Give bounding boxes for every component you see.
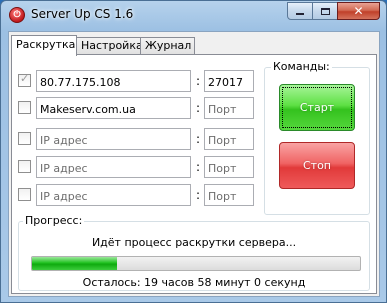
server-enable-checkbox[interactable] [18,72,31,87]
ip-port-separator: : [196,188,201,202]
server-enable-checkbox[interactable] [18,101,31,114]
maximize-icon [320,7,330,15]
server-row: : [12,156,262,178]
window-title: Server Up CS 1.6 [31,7,134,21]
ip-address-field[interactable] [36,128,191,150]
minimize-icon [296,13,304,15]
server-row: : [12,97,262,119]
server-row: : [12,128,262,150]
caption-buttons: ✕ [287,2,380,20]
ip-port-separator: : [196,160,201,174]
ip-port-separator: : [196,74,201,88]
ip-address-field[interactable] [36,184,191,206]
server-enable-checkbox[interactable] [18,188,31,201]
stop-button[interactable]: Стоп [279,142,355,189]
port-field[interactable] [204,70,254,92]
close-button[interactable]: ✕ [337,2,380,20]
app-power-icon[interactable]: ⏻ [9,7,25,23]
progress-bar [31,256,361,271]
maximize-button[interactable] [312,2,338,20]
ip-address-field[interactable] [36,156,191,178]
start-button[interactable]: Старт [279,84,355,131]
tab-nastroika[interactable]: Настройка [76,37,143,54]
tab-zhurnal[interactable]: Журнал [140,37,195,54]
port-field[interactable] [204,97,254,119]
ip-address-field[interactable] [36,70,191,92]
server-enable-checkbox[interactable] [18,132,31,145]
ip-port-separator: : [196,132,201,146]
ip-port-separator: : [196,101,201,115]
ip-address-field[interactable] [36,97,191,119]
port-field[interactable] [204,184,254,206]
time-remaining-text: Осталось: 19 часов 58 минут 0 секунд [82,276,306,289]
minimize-button[interactable] [287,2,313,20]
tab-raskrutka[interactable]: Раскрутка [11,35,77,56]
tab-panel-raskrutka: : : : : [11,54,377,294]
progress-bar-fill [32,257,118,270]
port-field[interactable] [204,156,254,178]
port-field[interactable] [204,128,254,150]
close-icon: ✕ [353,4,364,18]
commands-group: Команды: Старт Стоп [264,60,370,215]
server-row: : [12,184,262,206]
server-enable-checkbox[interactable] [18,160,31,173]
client-area: Раскрутка Настройка Журнал : : : [8,31,380,297]
progress-status-text: Идёт процесс раскрутки сервера... [91,236,297,249]
progress-group: Прогресс: Идёт процесс раскрутки сервера… [18,214,370,291]
progress-legend: Прогресс: [23,214,85,227]
server-row: : [12,70,262,92]
title-bar[interactable]: ⏻ Server Up CS 1.6 ✕ [1,1,386,29]
commands-legend: Команды: [271,60,332,73]
app-window: ⏻ Server Up CS 1.6 ✕ Раскрутка Настройка… [0,0,387,303]
